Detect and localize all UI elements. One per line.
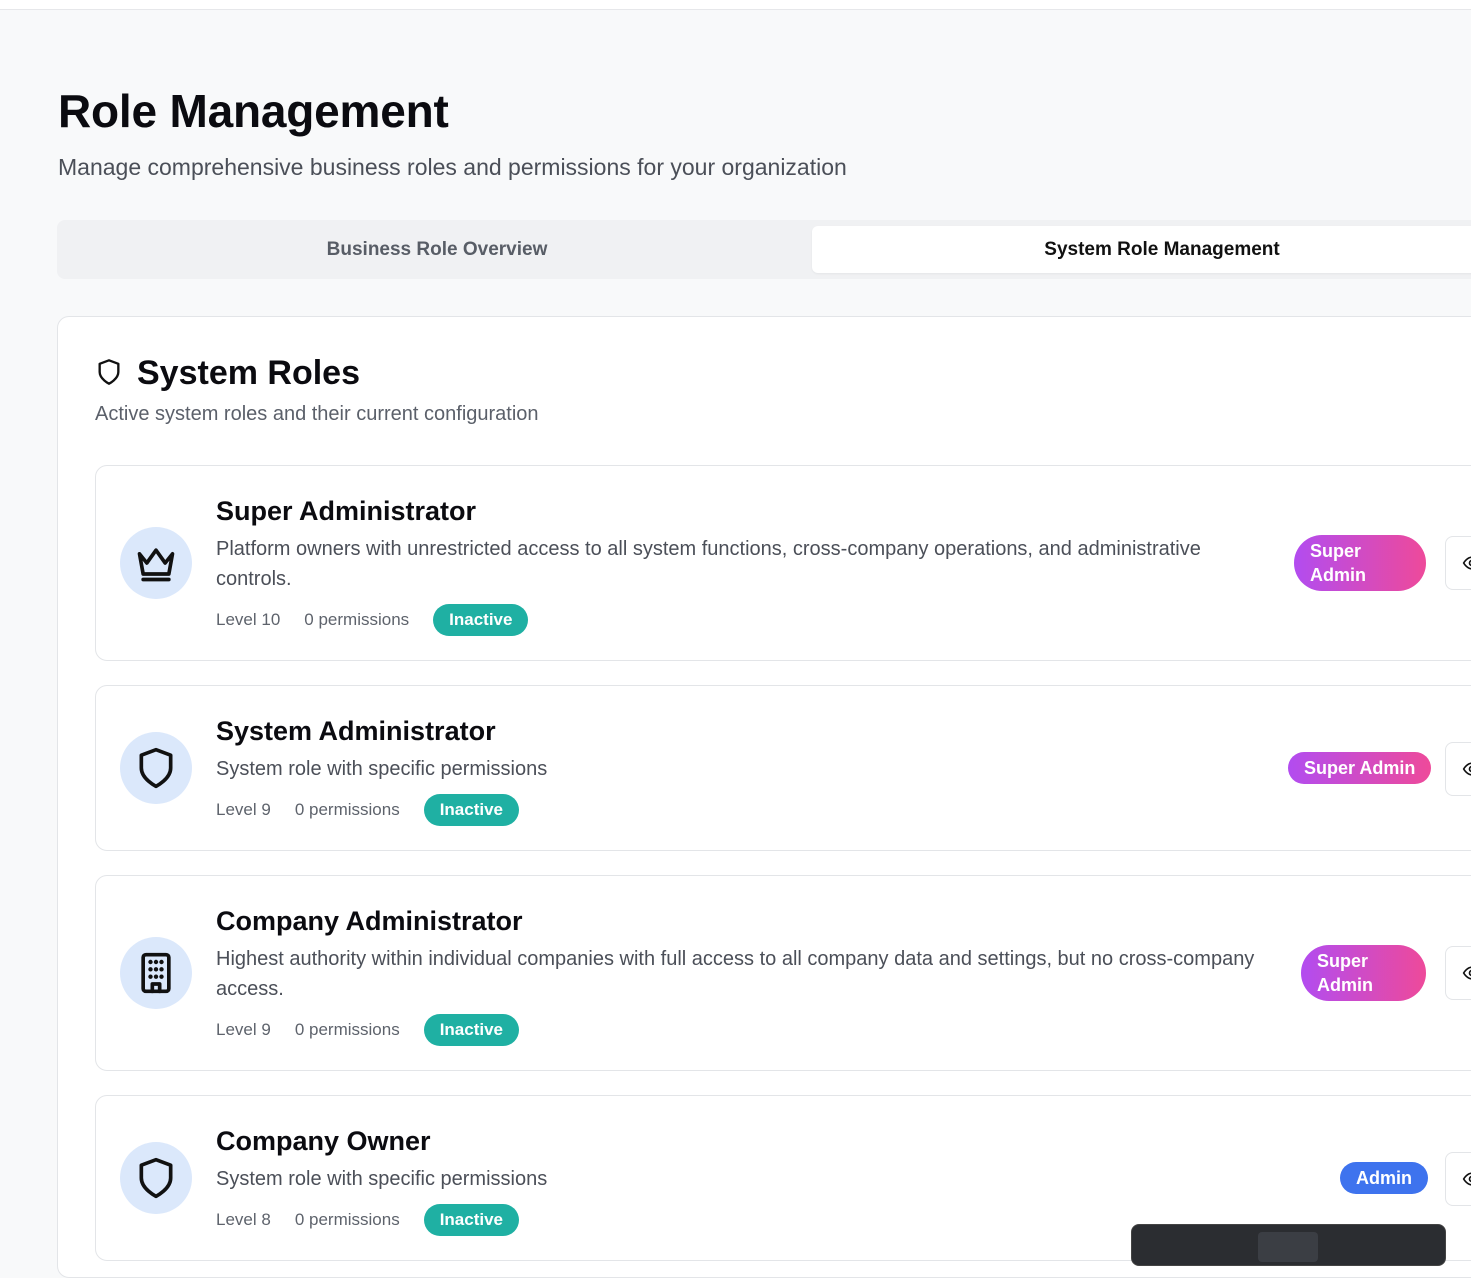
role-meta: Level 10 0 permissions Inactive [216,604,528,636]
role-permissions-count: 0 permissions [304,610,409,630]
role-type-badge: Admin [1340,1162,1428,1194]
role-permissions-count: 0 permissions [295,1210,400,1230]
role-description: System role with specific permissions [216,1164,1256,1194]
role-card-system-administrator: System Administrator System role with sp… [95,685,1471,851]
view-role-button[interactable] [1445,946,1471,1000]
status-badge: Inactive [424,1204,519,1236]
role-avatar [120,1142,192,1214]
status-badge: Inactive [424,794,519,826]
panel-title: System Roles [137,354,360,393]
eye-icon [1462,553,1471,573]
shield-icon [95,357,123,387]
status-badge: Inactive [424,1014,519,1046]
view-role-button[interactable] [1445,1152,1471,1206]
role-card-super-administrator: Super Administrator Platform owners with… [95,465,1471,661]
role-meta: Level 8 0 permissions Inactive [216,1204,519,1236]
status-badge: Inactive [433,604,528,636]
role-description: System role with specific permissions [216,754,1256,784]
shield-icon [134,746,178,790]
role-name: System Administrator [216,716,496,747]
role-level: Level 8 [216,1210,271,1230]
panel-description: Active system roles and their current co… [95,403,539,426]
toolbar-item[interactable] [1258,1232,1318,1262]
view-role-button[interactable] [1445,742,1471,796]
role-avatar [120,527,192,599]
role-type-badge: Super Admin [1288,752,1431,784]
system-roles-panel: System Roles Active system roles and the… [57,316,1471,1278]
floating-toolbar[interactable] [1131,1224,1446,1266]
role-permissions-count: 0 permissions [295,800,400,820]
role-tabs: Business Role Overview System Role Manag… [57,220,1471,279]
role-name: Company Owner [216,1126,431,1157]
role-avatar [120,732,192,804]
role-meta: Level 9 0 permissions Inactive [216,794,519,826]
eye-icon [1462,759,1471,779]
role-card-company-administrator: Company Administrator Highest authority … [95,875,1471,1071]
role-meta: Level 9 0 permissions Inactive [216,1014,519,1046]
role-level: Level 9 [216,800,271,820]
role-level: Level 9 [216,1020,271,1040]
role-name: Super Administrator [216,496,476,527]
role-avatar [120,937,192,1009]
tab-business-role-overview[interactable]: Business Role Overview [57,226,817,273]
eye-icon [1462,963,1471,983]
crown-icon [134,541,178,585]
view-role-button[interactable] [1445,536,1471,590]
page-title: Role Management [58,84,449,138]
page-subtitle: Manage comprehensive business roles and … [58,154,847,181]
role-level: Level 10 [216,610,280,630]
building-icon [134,951,178,995]
role-type-badge: Super Admin [1301,945,1426,1001]
eye-icon [1462,1169,1471,1189]
role-name: Company Administrator [216,906,523,937]
tab-system-role-management[interactable]: System Role Management [812,226,1471,273]
role-description: Platform owners with unrestricted access… [216,534,1256,594]
role-type-badge: Super Admin [1294,535,1426,591]
role-description: Highest authority within individual comp… [216,944,1256,1004]
top-bar [0,0,1471,10]
shield-icon [134,1156,178,1200]
role-permissions-count: 0 permissions [295,1020,400,1040]
